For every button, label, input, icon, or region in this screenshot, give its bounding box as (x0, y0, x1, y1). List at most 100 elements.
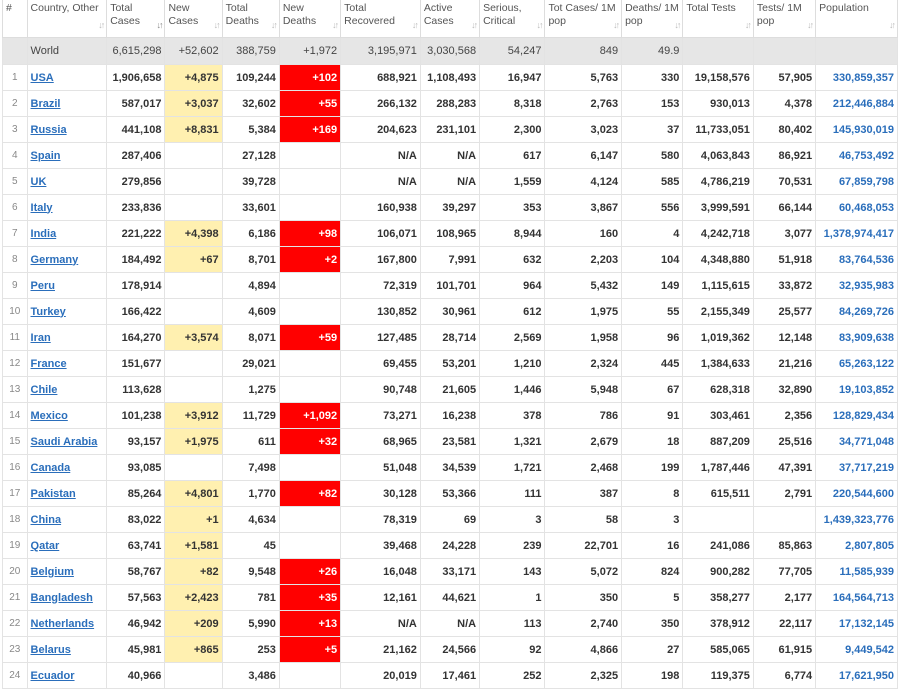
cell-idx: 3 (2, 116, 28, 143)
cell-total-recovered: 39,468 (340, 532, 421, 559)
country-link[interactable]: Brazil (31, 98, 61, 110)
table-row: 19 Qatar 63,741 +1,581 45 39,468 24,228 239 22,7… (2, 532, 898, 559)
sort-arrows-icon[interactable]: ↓↑ (807, 19, 814, 32)
cell-new-deaths (278, 376, 342, 403)
cell-total-deaths: 33,601 (221, 194, 280, 221)
cell-active-cases: 28,714 (419, 324, 481, 351)
country-link[interactable]: USA (31, 72, 54, 84)
cell-new-deaths (278, 194, 342, 221)
cell-tests-per-m: 22,117 (752, 610, 817, 637)
country-link[interactable]: Belarus (31, 644, 71, 656)
cell-cases-per-m: 5,763 (544, 64, 623, 91)
country-link[interactable]: Qatar (31, 540, 60, 552)
cell-active-cases: 288,283 (419, 90, 481, 117)
sort-arrows-icon[interactable]: ↓↑ (214, 19, 221, 32)
cell-serious: 2,300 (479, 116, 546, 143)
sort-arrows-icon[interactable]: ↓↑ (536, 19, 543, 32)
column-header-deaths-per-m[interactable]: Deaths/ 1M pop ↓↑ (621, 0, 684, 38)
cell-cases-per-m: 5,432 (544, 272, 623, 299)
country-link[interactable]: Turkey (31, 306, 66, 318)
cell-new-deaths: +32 (278, 428, 342, 455)
sort-arrows-icon[interactable]: ↓↑ (471, 19, 478, 32)
column-header-label: Total Recovered (344, 2, 395, 27)
column-header-total-tests[interactable]: Total Tests ↓↑ (682, 0, 754, 38)
cell-total-deaths: 4,634 (221, 506, 280, 533)
table-body: World 6,615,298 +52,602 388,759 +1,972 3,195,… (2, 37, 898, 689)
country-link[interactable]: Chile (31, 384, 58, 396)
cell-idx: 4 (2, 142, 28, 169)
cell-total-deaths: 11,729 (221, 402, 280, 429)
country-link[interactable]: Germany (31, 254, 79, 266)
column-header-new-cases[interactable]: New Cases ↓↑ (164, 0, 223, 38)
column-header-active-cases[interactable]: Active Cases ↓↑ (419, 0, 481, 38)
sort-arrows-icon[interactable]: ↓↑ (412, 19, 419, 32)
cell-total-cases: 221,222 (106, 220, 166, 247)
cell-country: Saudi Arabia (26, 428, 108, 455)
country-link[interactable]: Russia (31, 124, 67, 136)
country-link[interactable]: Canada (31, 462, 71, 474)
country-link[interactable]: Peru (31, 280, 55, 292)
cell-tests-per-m: 2,177 (752, 584, 817, 611)
cell-total-tests: 19,158,576 (682, 64, 754, 91)
sort-arrows-icon[interactable]: ↓↑ (674, 19, 681, 32)
column-header-label: New Cases (168, 2, 199, 27)
sort-arrows-icon[interactable]: ↓↑ (156, 19, 163, 32)
cell-serious: 378 (479, 402, 546, 429)
cell-total-recovered: 78,319 (340, 506, 421, 533)
cell-country: UK (26, 168, 108, 195)
cell-deaths-per-m: 556 (621, 194, 684, 221)
country-link[interactable]: Mexico (31, 410, 68, 422)
sort-arrows-icon[interactable]: ↓↑ (889, 19, 896, 32)
country-link[interactable]: Pakistan (31, 488, 76, 500)
cell-total-tests: 3,999,591 (682, 194, 754, 221)
country-link[interactable]: Saudi Arabia (31, 436, 98, 448)
column-header-population[interactable]: Population ↓↑ (815, 0, 898, 38)
cell-population: 17,132,145 (815, 610, 898, 637)
column-header-total-recovered[interactable]: Total Recovered ↓↑ (340, 0, 421, 38)
country-link[interactable]: Iran (31, 332, 51, 344)
country-link[interactable]: Bangladesh (31, 592, 93, 604)
column-header-tests-per-m[interactable]: Tests/ 1M pop ↓↑ (752, 0, 817, 38)
cell-population (815, 37, 898, 65)
cell-idx: 17 (2, 480, 28, 507)
cell-deaths-per-m: 153 (621, 90, 684, 117)
column-header-cases-per-m[interactable]: Tot Cases/ 1M pop ↓↑ (544, 0, 623, 38)
column-header-new-deaths[interactable]: New Deaths ↓↑ (278, 0, 342, 38)
column-header-total-cases[interactable]: Total Cases ↓↑ (106, 0, 166, 38)
country-link[interactable]: France (31, 358, 67, 370)
country-link[interactable]: Ecuador (31, 670, 75, 682)
column-header-total-deaths[interactable]: Total Deaths ↓↑ (221, 0, 280, 38)
cell-country: Canada (26, 454, 108, 481)
sort-arrows-icon[interactable]: ↓↑ (613, 19, 620, 32)
cell-cases-per-m: 58 (544, 506, 623, 533)
sort-arrows-icon[interactable]: ↓↑ (271, 19, 278, 32)
column-header-serious[interactable]: Serious, Critical ↓↑ (479, 0, 546, 38)
country-link[interactable]: Belgium (31, 566, 74, 578)
country-link[interactable]: Netherlands (31, 618, 95, 630)
cell-population: 2,807,805 (815, 532, 898, 559)
cell-active-cases: 53,366 (419, 480, 481, 507)
table-row: 21 Bangladesh 57,563 +2,423 781 +35 12,161 44,6… (2, 584, 898, 611)
cell-country: Qatar (26, 532, 108, 559)
country-link[interactable]: India (31, 228, 57, 240)
country-link[interactable]: China (31, 514, 62, 526)
cell-deaths-per-m: 18 (621, 428, 684, 455)
cell-total-recovered: 688,921 (340, 64, 421, 91)
cell-country: USA (26, 64, 108, 91)
country-link[interactable]: UK (31, 176, 47, 188)
sort-arrows-icon[interactable]: ↓↑ (332, 19, 339, 32)
country-link[interactable]: Spain (31, 150, 61, 162)
cell-total-tests: 241,086 (682, 532, 754, 559)
table-row: 5 UK 279,856 39,728 N/A N/A 1,559 4,124 585 4,786… (2, 168, 898, 195)
cell-total-deaths: 6,186 (221, 220, 280, 247)
country-link[interactable]: Italy (31, 202, 53, 214)
sort-arrows-icon[interactable]: ↓↑ (745, 19, 752, 32)
cell-total-deaths: 32,602 (221, 90, 280, 117)
cell-new-cases: +2,423 (164, 584, 223, 611)
cell-active-cases: 24,566 (419, 636, 481, 663)
cell-total-deaths: 4,894 (221, 272, 280, 299)
column-header-country[interactable]: Country, Other ↓↑ (26, 0, 108, 38)
cell-tests-per-m: 25,516 (752, 428, 817, 455)
cell-population: 17,621,950 (815, 662, 898, 689)
sort-arrows-icon[interactable]: ↓↑ (98, 19, 105, 32)
